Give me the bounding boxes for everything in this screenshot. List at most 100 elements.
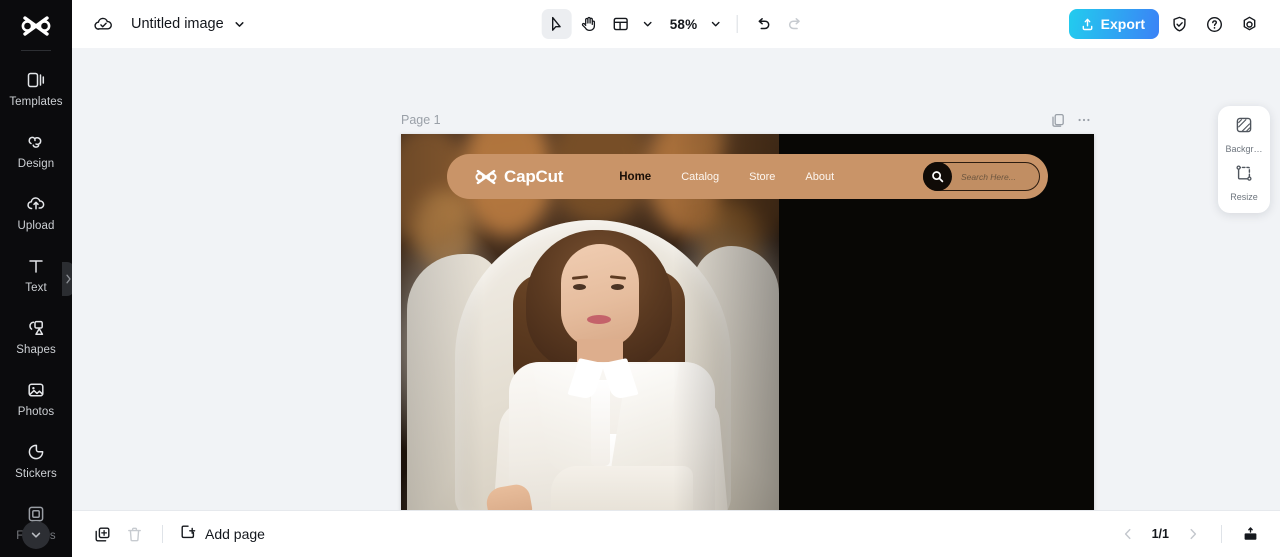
- chevron-down-icon: [643, 21, 652, 27]
- sidebar-item-label: Photos: [17, 405, 55, 418]
- export-label: Export: [1100, 16, 1145, 32]
- text-icon: [25, 255, 47, 277]
- hand-tool-button[interactable]: [574, 9, 604, 39]
- duplicate-icon[interactable]: [88, 520, 116, 548]
- help-circle-icon[interactable]: [1199, 9, 1229, 39]
- photos-icon: [25, 379, 47, 401]
- prev-page-button[interactable]: [1114, 520, 1142, 548]
- add-square-icon: [179, 523, 197, 546]
- banner-nav-home[interactable]: Home: [619, 171, 651, 183]
- sidebar-collapse-handle[interactable]: [62, 262, 72, 296]
- sidebar-item-label: Shapes: [16, 343, 56, 356]
- background-icon: [1234, 115, 1254, 140]
- chevron-down-icon: [711, 21, 720, 27]
- chevron-right-icon: [65, 274, 71, 284]
- banner-nav-catalog[interactable]: Catalog: [681, 171, 719, 183]
- layout-dropdown-button[interactable]: [638, 10, 658, 38]
- sidebar-item-upload[interactable]: Upload: [0, 181, 72, 243]
- bottom-toolbar: Add page 1/1: [72, 510, 1280, 557]
- banner-nav-store[interactable]: Store: [749, 171, 775, 183]
- add-page-button[interactable]: Add page: [179, 523, 265, 546]
- bottom-divider: [1221, 525, 1222, 543]
- zoom-dropdown-button[interactable]: [705, 10, 725, 38]
- chevron-down-icon: [31, 532, 41, 538]
- delete-button[interactable]: [120, 520, 148, 548]
- banner-nav-about[interactable]: About: [805, 171, 834, 183]
- templates-icon: [25, 69, 47, 91]
- cursor-arrow-icon: [551, 16, 561, 31]
- page-indicator: 1/1: [1151, 527, 1169, 541]
- undo-button[interactable]: [748, 9, 778, 39]
- sidebar-expand-button[interactable]: [22, 521, 50, 549]
- sidebar-item-shapes[interactable]: Shapes: [0, 305, 72, 367]
- banner-nav-links: Home Catalog Store About: [619, 171, 834, 183]
- sidebar-item-templates[interactable]: Templates: [0, 57, 72, 119]
- sidebar-item-stickers[interactable]: Stickers: [0, 429, 72, 491]
- capcut-editor: Templates Design Upload Text Shapes Phot…: [0, 0, 1280, 557]
- main-area: Untitled image 58% Export Page 1 CapCut …: [72, 0, 1280, 557]
- topbar-right-actions: Export: [1068, 9, 1264, 39]
- page-header: Page 1: [401, 106, 1094, 134]
- banner-search[interactable]: Search Here...: [923, 162, 1040, 191]
- sidebar-item-label: Upload: [17, 219, 55, 232]
- sidebar-item-label: Text: [25, 281, 47, 294]
- sidebar-item-label: Design: [17, 157, 55, 170]
- settings-gear-icon[interactable]: [1234, 9, 1264, 39]
- toolbar-divider: [736, 15, 738, 33]
- chevron-left-icon: [1124, 528, 1131, 540]
- sidebar-divider: [21, 50, 51, 51]
- resize-icon: [1234, 163, 1254, 188]
- background-button[interactable]: Backgr…: [1218, 115, 1270, 154]
- banner-navbar[interactable]: CapCut Home Catalog Store About Search H…: [447, 154, 1048, 199]
- layout-grid-icon: [613, 17, 628, 31]
- zoom-level: 58%: [669, 16, 698, 32]
- present-button[interactable]: [1236, 520, 1264, 548]
- upload-cloud-icon: [25, 193, 47, 215]
- bottom-divider: [162, 525, 163, 543]
- artboard[interactable]: CapCut Home Catalog Store About Search H…: [401, 134, 1094, 510]
- trash-icon: [127, 527, 141, 541]
- sidebar-item-photos[interactable]: Photos: [0, 367, 72, 429]
- top-toolbar: Untitled image 58% Export: [72, 0, 1280, 48]
- right-tool-panel: Backgr… Resize: [1218, 106, 1270, 213]
- layout-tool-button[interactable]: [606, 9, 636, 39]
- chevron-right-icon: [1190, 528, 1197, 540]
- sidebar-item-design[interactable]: Design: [0, 119, 72, 181]
- sidebar-item-label: Stickers: [15, 467, 57, 480]
- shield-check-icon[interactable]: [1164, 9, 1194, 39]
- redo-button[interactable]: [780, 9, 810, 39]
- page-navigation: 1/1: [1114, 520, 1264, 548]
- present-icon: [1244, 526, 1256, 540]
- search-icon[interactable]: [923, 162, 952, 191]
- document-title-button[interactable]: Untitled image: [131, 16, 246, 32]
- more-horizontal-icon[interactable]: [1074, 110, 1094, 130]
- canvas-tools: 58%: [541, 9, 811, 39]
- add-page-label: Add page: [205, 526, 265, 542]
- resize-button[interactable]: Resize: [1218, 163, 1270, 202]
- capcut-logo-icon: [475, 169, 497, 184]
- next-page-button[interactable]: [1179, 520, 1207, 548]
- capcut-logo-icon[interactable]: [16, 10, 56, 42]
- redo-icon: [789, 17, 800, 29]
- design-icon: [25, 131, 47, 153]
- banner-brand[interactable]: CapCut: [475, 167, 563, 187]
- document-title: Untitled image: [131, 16, 224, 32]
- sidebar-item-label: Templates: [9, 95, 63, 108]
- page-actions: [1048, 110, 1094, 130]
- cloud-check-icon[interactable]: [88, 9, 118, 39]
- undo-icon: [758, 17, 770, 29]
- hand-icon: [581, 16, 596, 32]
- resize-label: Resize: [1230, 192, 1258, 202]
- select-tool-button[interactable]: [541, 9, 572, 39]
- page-label: Page 1: [401, 113, 441, 127]
- stickers-icon: [25, 441, 47, 463]
- chevron-down-icon: [235, 21, 244, 27]
- export-button[interactable]: Export: [1068, 9, 1159, 39]
- canvas-area[interactable]: Page 1 CapCut Home Catalog Store About S…: [72, 48, 1280, 510]
- banner-search-placeholder: Search Here...: [961, 171, 1016, 182]
- banner-brand-name: CapCut: [504, 166, 564, 186]
- export-upload-icon: [1082, 18, 1093, 30]
- background-label: Backgr…: [1225, 144, 1263, 154]
- left-sidebar: Templates Design Upload Text Shapes Phot…: [0, 0, 72, 557]
- duplicate-page-icon[interactable]: [1048, 110, 1068, 130]
